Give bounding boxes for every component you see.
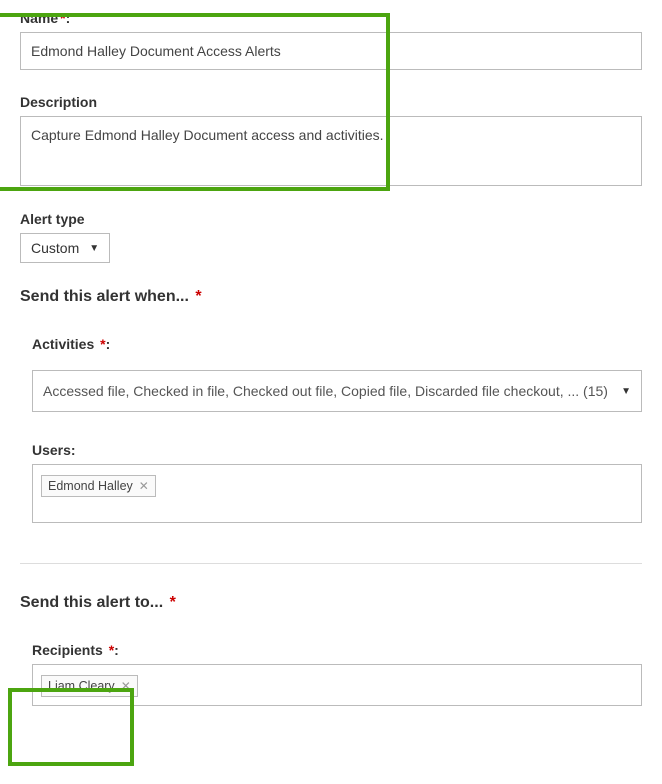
users-input[interactable]: Edmond Halley ✕ (32, 464, 642, 523)
alert-type-select[interactable]: Custom ▼ (20, 233, 110, 263)
remove-chip-icon[interactable]: ✕ (139, 480, 149, 492)
required-asterisk: * (105, 642, 114, 658)
required-asterisk: * (96, 336, 105, 352)
recipient-chip-label: Liam Cleary (48, 679, 115, 693)
users-section: Users: Edmond Halley ✕ (32, 442, 642, 523)
required-asterisk: * (165, 594, 176, 611)
recipients-label: Recipients *: (32, 642, 642, 658)
users-label: Users: (32, 442, 642, 458)
section-separator (20, 563, 642, 564)
remove-chip-icon[interactable]: ✕ (121, 680, 131, 692)
recipients-input[interactable]: Liam Cleary ✕ (32, 664, 642, 706)
activities-summary: Accessed file, Checked in file, Checked … (43, 383, 608, 399)
send-to-heading: Send this alert to... * (20, 594, 642, 612)
activities-dropdown[interactable]: Accessed file, Checked in file, Checked … (32, 370, 642, 412)
user-chip-label: Edmond Halley (48, 479, 133, 493)
alert-type-label: Alert type (20, 211, 642, 227)
activities-label: Activities *: (32, 336, 642, 352)
name-label: Name*: (20, 10, 642, 26)
alert-type-value: Custom (31, 240, 79, 256)
description-section: Description Capture Edmond Halley Docume… (20, 94, 642, 191)
send-when-heading: Send this alert when... * (20, 288, 642, 306)
activities-section: Activities *: Accessed file, Checked in … (32, 336, 642, 412)
caret-down-icon: ▼ (89, 243, 99, 254)
description-label: Description (20, 94, 642, 110)
name-input[interactable] (20, 32, 642, 70)
name-section: Name*: (20, 10, 642, 70)
user-chip[interactable]: Edmond Halley ✕ (41, 475, 156, 497)
caret-down-icon: ▼ (621, 386, 631, 397)
alert-type-section: Alert type Custom ▼ (20, 211, 642, 263)
description-input[interactable]: Capture Edmond Halley Document access an… (20, 116, 642, 186)
recipients-section: Recipients *: Liam Cleary ✕ (32, 642, 642, 706)
required-asterisk: * (191, 288, 202, 305)
recipient-chip[interactable]: Liam Cleary ✕ (41, 675, 138, 697)
